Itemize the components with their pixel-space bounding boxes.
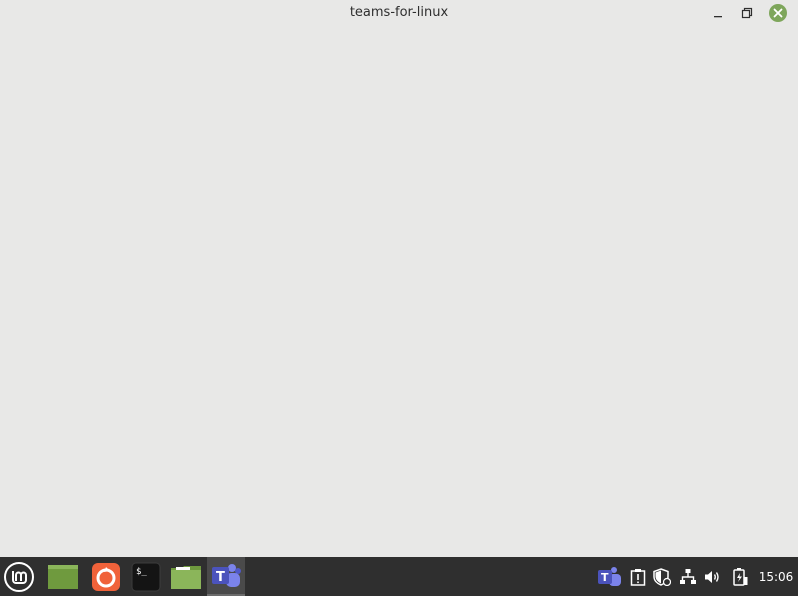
window-title: teams-for-linux xyxy=(349,5,449,20)
files-button[interactable] xyxy=(167,557,205,596)
teams-taskbar-button[interactable]: T xyxy=(207,557,245,596)
menu-button[interactable] xyxy=(0,557,38,596)
svg-text:$_: $_ xyxy=(136,567,147,577)
network-icon xyxy=(680,568,696,584)
clock[interactable]: 15:06 xyxy=(754,557,798,596)
notes-tray-item[interactable] xyxy=(628,557,648,596)
minimize-button[interactable] xyxy=(708,3,728,23)
folder-icon xyxy=(171,565,201,589)
mint-logo-icon xyxy=(4,561,34,592)
shield-icon xyxy=(653,567,671,586)
app-content-area[interactable] xyxy=(0,26,798,557)
firefox-icon xyxy=(92,562,120,591)
update-manager-tray-item[interactable] xyxy=(652,557,672,596)
teams-icon: T xyxy=(212,563,241,587)
volume-icon xyxy=(705,570,719,583)
network-tray-item[interactable] xyxy=(678,557,698,596)
battery-tray-item[interactable] xyxy=(730,557,750,596)
clipboard-icon xyxy=(630,568,646,586)
close-icon xyxy=(769,4,787,22)
battery-icon xyxy=(733,567,748,586)
terminal-button[interactable]: $_ xyxy=(128,557,164,596)
restore-icon xyxy=(741,7,753,19)
desktop-icon xyxy=(48,564,78,589)
volume-tray-item[interactable] xyxy=(703,557,723,596)
show-desktop-button[interactable] xyxy=(44,557,82,596)
teams-tray-icon: T xyxy=(598,566,621,586)
maximize-button[interactable] xyxy=(737,3,757,23)
terminal-icon: $_ xyxy=(131,562,161,591)
close-button[interactable] xyxy=(767,2,789,24)
firefox-button[interactable] xyxy=(86,557,126,596)
taskbar: $_ T T 15:06 xyxy=(0,557,798,596)
svg-text:T: T xyxy=(216,570,225,585)
minimize-icon xyxy=(714,16,722,18)
window-titlebar[interactable]: teams-for-linux xyxy=(0,0,798,26)
svg-text:T: T xyxy=(601,571,609,584)
teams-tray-item[interactable]: T xyxy=(596,557,624,596)
